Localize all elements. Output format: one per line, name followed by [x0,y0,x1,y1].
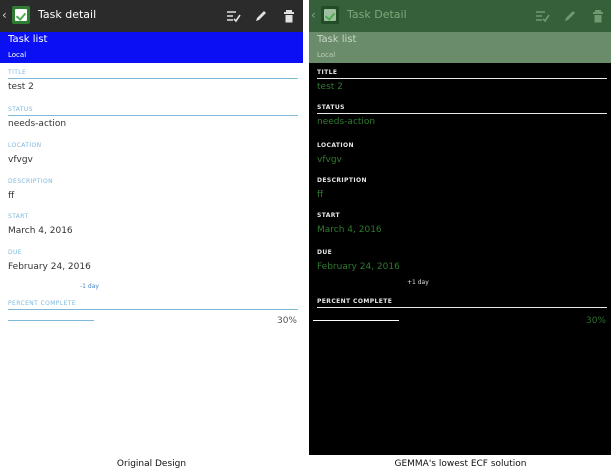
divider [8,309,298,310]
field-value: needs-action [8,119,67,129]
percent-value: 30% [276,316,297,326]
divider [317,186,607,187]
divider [317,258,607,259]
task-list-header: Task list Local [309,32,611,63]
trash-icon[interactable] [281,9,297,23]
title-field[interactable]: TITLE test 2 [8,69,298,93]
divider [8,78,298,79]
header-title: Task list [8,34,48,45]
field-value: March 4, 2016 [317,225,382,235]
status-field[interactable]: STATUS needs-action [8,106,298,130]
field-label: PERCENT COMPLETE [317,298,393,305]
percent-value: 30% [585,316,606,326]
task-app-icon[interactable] [321,6,339,24]
field-label: DUE [8,249,23,256]
field-label: STATUS [8,106,33,113]
start-field[interactable]: START March 4, 2016 [8,213,298,237]
field-value: needs-action [317,117,376,127]
divider [8,222,298,223]
description-field[interactable]: DESCRIPTION ff [8,178,298,202]
field-value: February 24, 2016 [317,262,400,272]
due-relative-text: +1 day [407,279,429,286]
pencil-icon[interactable] [253,9,269,23]
header-title: Task list [317,34,357,45]
field-value: February 24, 2016 [8,262,91,272]
divider [8,187,298,188]
field-label: DESCRIPTION [8,178,54,185]
field-value: vfvgv [317,155,342,165]
solution-caption: GEMMA's lowest ECF solution [394,459,527,469]
original-caption: Original Design [116,459,187,469]
header-subtitle: Local [317,51,336,59]
pencil-icon[interactable] [562,9,578,23]
divider [317,307,607,308]
field-label: START [317,212,341,219]
task-list-header: Task list Local [0,32,303,63]
percent-complete-field[interactable]: PERCENT COMPLETE [8,300,298,310]
divider [317,78,607,79]
field-value: March 4, 2016 [8,226,73,236]
app-bar: ‹ Task Detail [309,0,611,32]
header-subtitle: Local [8,51,27,59]
due-relative-text: -1 day [80,283,99,290]
status-field[interactable]: STATUS needs-action [317,104,607,128]
percent-progress-bar[interactable] [8,320,94,321]
location-field[interactable]: LOCATION vfvgv [317,142,607,166]
field-value: test 2 [8,82,34,92]
app-title: Task detail [38,8,97,21]
trash-icon[interactable] [590,9,606,23]
description-field[interactable]: DESCRIPTION ff [317,177,607,201]
due-field[interactable]: DUE February 24, 2016 [317,249,607,273]
divider [317,151,607,152]
field-value: vfvgv [8,155,33,165]
checklist-icon[interactable] [534,9,550,23]
divider [8,258,298,259]
field-label: TITLE [317,69,338,76]
percent-progress-bar[interactable] [313,320,399,321]
field-value: ff [8,191,15,201]
field-label: DUE [317,249,333,256]
field-label: DESCRIPTION [317,177,367,184]
percent-complete-field[interactable]: PERCENT COMPLETE [317,298,607,308]
field-label: START [8,213,29,220]
field-value: ff [317,190,324,200]
title-field[interactable]: TITLE test 2 [317,69,607,93]
field-label: PERCENT COMPLETE [8,300,77,307]
task-app-icon[interactable] [12,6,30,24]
checklist-icon[interactable] [225,9,241,23]
start-field[interactable]: START March 4, 2016 [317,212,607,236]
app-title: Task Detail [347,8,407,21]
divider [317,113,607,114]
field-label: LOCATION [317,142,354,149]
divider [8,151,298,152]
field-label: LOCATION [8,142,42,149]
field-label: STATUS [317,104,345,111]
app-bar: ‹ Task detail [0,0,303,32]
back-chevron-icon[interactable]: ‹ [311,8,316,22]
solution-panel: ‹ Task Detail Task list Local TITLE test… [309,0,611,455]
field-label: TITLE [8,69,27,76]
location-field[interactable]: LOCATION vfvgv [8,142,298,166]
original-design-panel: ‹ Task detail Task list Local TITLE test… [0,0,303,455]
divider [317,221,607,222]
due-field[interactable]: DUE February 24, 2016 [8,249,298,273]
field-value: test 2 [317,82,343,92]
divider [8,115,298,116]
back-chevron-icon[interactable]: ‹ [2,8,7,22]
